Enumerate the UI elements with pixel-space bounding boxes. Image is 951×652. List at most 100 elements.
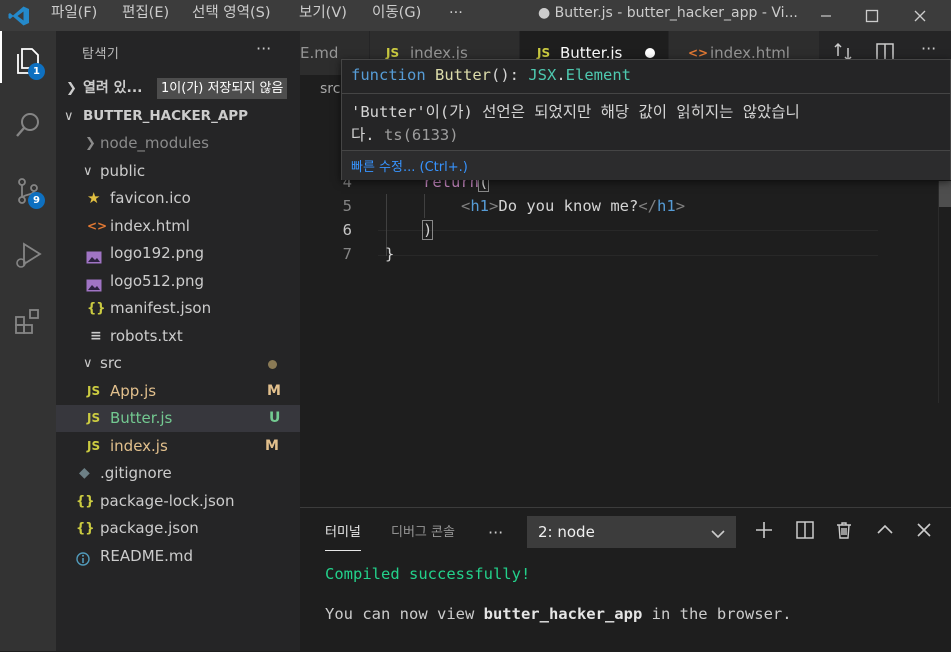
tree-label: App.js bbox=[110, 382, 157, 400]
tab-debug-console[interactable]: 디버그 콘솔 bbox=[391, 516, 455, 550]
terminal-text: in the browser. bbox=[642, 605, 792, 623]
close-window-icon[interactable] bbox=[897, 0, 943, 31]
hover-tooltip: function Butter(): JSX.Element 'Butter'이… bbox=[341, 59, 951, 180]
menu-view[interactable]: 보기(V) bbox=[299, 0, 347, 31]
project-name: BUTTER_HACKER_APP bbox=[83, 108, 249, 124]
editor-more-button[interactable]: ··· bbox=[921, 39, 936, 58]
sig-type: Element bbox=[565, 66, 631, 84]
bottom-panel: 터미널 디버그 콘솔 ··· 2: node Compiled successf… bbox=[300, 507, 951, 652]
explorer-icon[interactable] bbox=[0, 35, 56, 87]
panel-more-button[interactable]: ··· bbox=[488, 516, 503, 550]
git-status-modified: M bbox=[265, 438, 279, 454]
unsaved-dot-icon[interactable] bbox=[645, 48, 655, 58]
tree-file-favicon[interactable]: ★ favicon.ico bbox=[56, 185, 300, 212]
sig-parens: (): bbox=[491, 66, 529, 84]
tree-file-gitignore[interactable]: ◆ .gitignore bbox=[56, 460, 300, 487]
jsx-punct: > bbox=[489, 197, 499, 215]
trash-icon[interactable] bbox=[834, 520, 854, 544]
tree-file-butter-js[interactable]: JS Butter.js U bbox=[56, 405, 300, 432]
tree-folder-node-modules[interactable]: ❯ node_modules bbox=[56, 130, 300, 157]
panel-scrollbar[interactable] bbox=[939, 508, 951, 652]
terminal-select[interactable]: 2: node bbox=[527, 516, 736, 548]
hover-signature: function Butter(): JSX.Element bbox=[351, 66, 631, 84]
source-control-icon[interactable] bbox=[0, 165, 56, 217]
json-icon: {} bbox=[76, 521, 95, 536]
chevron-right-icon: ❯ bbox=[66, 81, 77, 96]
tree-label: README.md bbox=[100, 547, 194, 565]
terminal-select-value: 2: node bbox=[538, 523, 595, 541]
gitignore-icon: ◆ bbox=[79, 465, 90, 481]
search-icon[interactable] bbox=[0, 99, 56, 151]
tree-label: package-lock.json bbox=[100, 492, 235, 510]
minimize-icon[interactable] bbox=[803, 0, 849, 31]
chevron-down-icon: ∨ bbox=[64, 109, 74, 124]
tab-label: E.md bbox=[300, 44, 339, 62]
project-section[interactable]: ∨ BUTTER_HACKER_APP bbox=[56, 103, 300, 130]
maximize-icon[interactable] bbox=[849, 0, 895, 31]
tree-folder-public[interactable]: ∨ public bbox=[56, 158, 300, 185]
indent-guide bbox=[424, 194, 425, 218]
html-icon: <> bbox=[87, 219, 108, 233]
quick-fix-link[interactable]: 빠른 수정... (Ctrl+.) bbox=[351, 156, 468, 175]
split-terminal-icon[interactable] bbox=[795, 520, 815, 544]
chevron-down-icon bbox=[711, 525, 725, 544]
menu-edit[interactable]: 편집(E) bbox=[122, 0, 169, 31]
extensions-icon[interactable] bbox=[0, 295, 56, 347]
tree-label: src bbox=[100, 354, 122, 372]
breadcrumb[interactable]: src bbox=[320, 81, 340, 97]
hover-message-line2: 다. ts(6133) bbox=[351, 123, 459, 145]
tree-label: Butter.js bbox=[110, 409, 173, 427]
terminal-app-name: butter_hacker_app bbox=[483, 605, 643, 623]
tree-label: public bbox=[100, 162, 146, 180]
tree-file-app-js[interactable]: JS App.js M bbox=[56, 378, 300, 405]
tree-label: index.html bbox=[110, 217, 190, 235]
scrollbar-thumb[interactable] bbox=[939, 181, 951, 207]
sidebar-more-button[interactable]: ··· bbox=[256, 39, 271, 58]
tree-file-logo512[interactable]: logo512.png bbox=[56, 268, 300, 295]
tree-file-logo192[interactable]: logo192.png bbox=[56, 240, 300, 267]
tree-file-robots[interactable]: ≡ robots.txt bbox=[56, 323, 300, 350]
sig-keyword: function bbox=[351, 66, 426, 84]
tree-label: logo192.png bbox=[110, 244, 204, 262]
run-debug-icon[interactable] bbox=[0, 229, 56, 281]
menu-file[interactable]: 파일(F) bbox=[51, 0, 97, 31]
tree-file-manifest[interactable]: {} manifest.json bbox=[56, 295, 300, 322]
explorer-badge: 1 bbox=[28, 63, 45, 80]
menu-go[interactable]: 이동(G) bbox=[372, 0, 421, 31]
tree-file-index-js[interactable]: JS index.js M bbox=[56, 433, 300, 460]
jsx-tag: h1 bbox=[657, 197, 676, 215]
sig-type-ns: JSX bbox=[528, 66, 557, 84]
text-file-icon: ≡ bbox=[90, 328, 102, 344]
tree-label: node_modules bbox=[100, 134, 209, 152]
activity-bar: 1 9 bbox=[0, 31, 56, 651]
window-title: ● Butter.js - butter_hacker_app - Vi... bbox=[538, 5, 798, 21]
tree-file-package-json[interactable]: {} package.json bbox=[56, 515, 300, 542]
tree-label: index.js bbox=[110, 437, 168, 455]
tree-file-index-html[interactable]: <> index.html bbox=[56, 213, 300, 240]
tree-folder-src[interactable]: ∨ src bbox=[56, 350, 300, 377]
tree-label: favicon.ico bbox=[110, 189, 191, 207]
source-control-badge: 9 bbox=[28, 192, 45, 209]
js-icon: JS bbox=[87, 411, 101, 425]
hover-divider bbox=[342, 93, 950, 94]
info-icon bbox=[76, 549, 90, 576]
line-number: 5 bbox=[342, 197, 352, 215]
scrollbar-track[interactable] bbox=[938, 181, 939, 403]
hover-ts-code: ts(6133) bbox=[383, 126, 459, 144]
menu-more[interactable]: ··· bbox=[449, 0, 463, 31]
terminal-text: You can now view bbox=[325, 605, 484, 623]
code-line-5: <h1>Do you know me?</h1> bbox=[461, 197, 685, 215]
code-line-7: } bbox=[385, 245, 395, 263]
chevron-right-icon: ❯ bbox=[85, 136, 96, 151]
tree-file-package-lock[interactable]: {} package-lock.json bbox=[56, 488, 300, 515]
open-editors-section[interactable]: ❯ 열려 있... 1이(가) 저장되지 않음 bbox=[56, 75, 300, 102]
menu-selection[interactable]: 선택 영역(S) bbox=[192, 0, 271, 31]
new-terminal-icon[interactable] bbox=[754, 520, 774, 544]
close-panel-icon[interactable] bbox=[914, 520, 934, 544]
tree-file-readme[interactable]: README.md bbox=[56, 543, 300, 570]
maximize-panel-icon[interactable] bbox=[875, 520, 895, 544]
tree-label: package.json bbox=[100, 519, 199, 537]
tab-terminal[interactable]: 터미널 bbox=[325, 516, 361, 551]
chevron-down-icon: ∨ bbox=[83, 356, 93, 371]
line-number: 6 bbox=[342, 221, 352, 239]
